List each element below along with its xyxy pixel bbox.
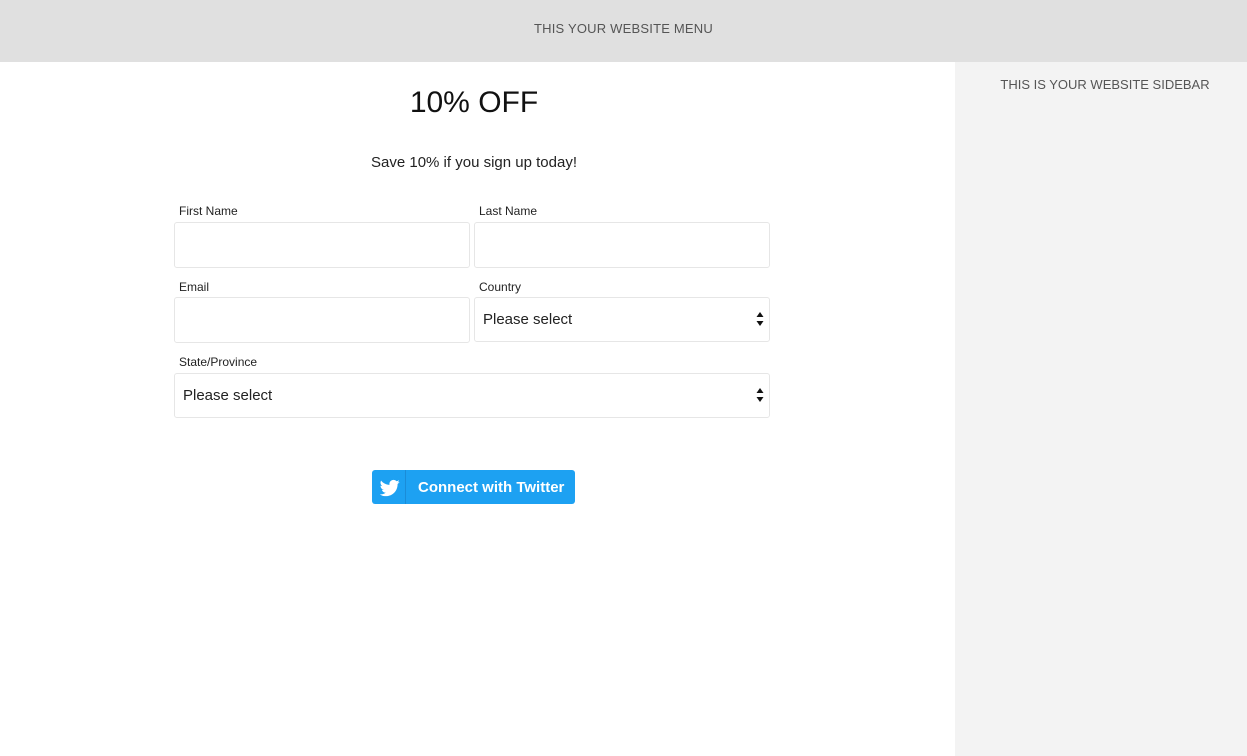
select-arrows-icon bbox=[756, 312, 764, 326]
promo-title: 10% OFF bbox=[409, 86, 539, 119]
first-name-label: First Name bbox=[179, 204, 238, 218]
select-arrows-icon bbox=[756, 388, 764, 402]
first-name-field[interactable] bbox=[174, 222, 470, 268]
last-name-label: Last Name bbox=[479, 204, 538, 218]
country-label: Country bbox=[479, 280, 522, 294]
email-field[interactable] bbox=[174, 297, 470, 343]
website-menu-bar: THIS YOUR WEBSITE MENU bbox=[0, 0, 1247, 62]
main-content: 10% OFF Save 10% if you sign up today! F… bbox=[0, 62, 955, 756]
twitter-bird-icon bbox=[380, 479, 400, 497]
email-label: Email bbox=[179, 280, 210, 294]
country-select[interactable]: Please select bbox=[474, 297, 770, 342]
website-sidebar-text: THIS IS YOUR WEBSITE SIDEBAR bbox=[1000, 77, 1210, 92]
website-menu-text: THIS YOUR WEBSITE MENU bbox=[534, 21, 713, 36]
twitter-button-label: Connect with Twitter bbox=[418, 479, 565, 496]
country-select-value: Please select bbox=[483, 311, 573, 328]
twitter-icon-box bbox=[372, 470, 406, 504]
last-name-field[interactable] bbox=[474, 222, 770, 268]
website-sidebar: THIS IS YOUR WEBSITE SIDEBAR bbox=[955, 62, 1247, 756]
promo-subtitle: Save 10% if you sign up today! bbox=[371, 154, 577, 171]
state-province-label: State/Province bbox=[179, 355, 258, 369]
state-province-select[interactable]: Please select bbox=[174, 373, 770, 418]
state-select-value: Please select bbox=[183, 387, 273, 404]
connect-with-twitter-button[interactable]: Connect with Twitter bbox=[372, 470, 575, 504]
